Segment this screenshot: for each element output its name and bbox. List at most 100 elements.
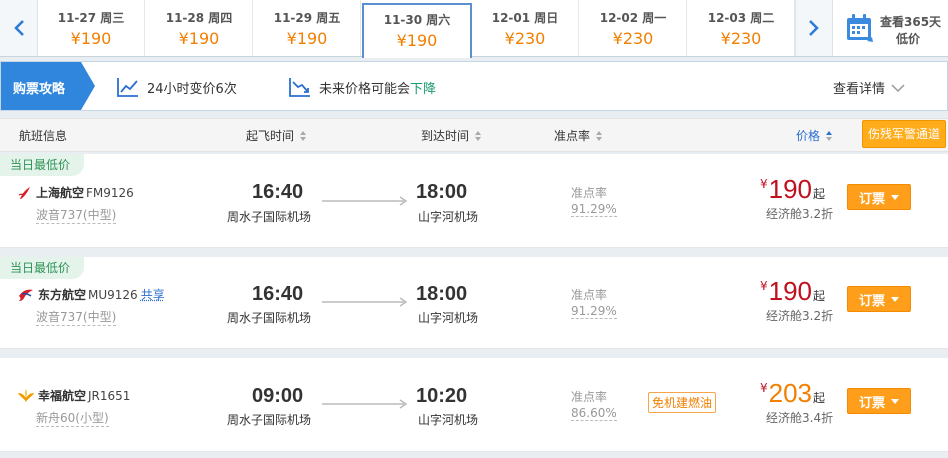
view-details-label: 查看详情 bbox=[833, 82, 886, 97]
price-change-info: 24小时变价6次 bbox=[117, 77, 237, 97]
date-tab-price: ¥230 bbox=[504, 29, 546, 48]
aircraft-type[interactable]: 波音737(中型) bbox=[36, 308, 117, 326]
sort-arrive-time[interactable]: 到达时间 bbox=[421, 127, 482, 144]
forecast-trend: 下降 bbox=[410, 81, 437, 97]
header-ontime-label: 准点率 bbox=[554, 129, 591, 143]
book-button[interactable]: 订票 bbox=[847, 286, 911, 312]
header-flight-info: 航班信息 bbox=[19, 127, 67, 144]
airline-name: 东方航空 bbox=[38, 288, 87, 302]
ontime-rate[interactable]: 91.29% bbox=[571, 202, 617, 217]
book-button[interactable]: 订票 bbox=[847, 388, 911, 414]
date-tab-date: 12-03 周二 bbox=[707, 11, 775, 25]
date-tab-date: 11-28 周四 bbox=[165, 11, 233, 25]
caret-down-icon bbox=[891, 194, 899, 200]
low-price-calendar-button[interactable]: 查看365天 低价 bbox=[838, 0, 948, 56]
ticket-tips-label: 购票攻略 bbox=[13, 82, 66, 97]
date-tab[interactable]: 11-27 周三 ¥190 bbox=[38, 0, 145, 56]
date-tab-price: ¥190 bbox=[178, 29, 220, 48]
header-flight-label: 航班信息 bbox=[19, 129, 68, 143]
flight-price: ¥203 起 bbox=[760, 378, 825, 409]
flight-price: ¥190 起 bbox=[760, 276, 825, 307]
sort-ontime-rate[interactable]: 准点率 bbox=[554, 127, 603, 144]
airline-name: 上海航空 bbox=[36, 186, 85, 200]
header-depart-label: 起飞时间 bbox=[246, 129, 295, 143]
date-tab-selected[interactable]: 11-30 周六 ¥190 bbox=[362, 3, 472, 58]
ticket-tips-bar: 购票攻略 24小时变价6次 未来价格可能会 下降 查看详情 bbox=[0, 61, 948, 111]
currency-symbol: ¥ bbox=[760, 279, 768, 293]
date-tab-date: 12-02 周一 bbox=[599, 11, 667, 25]
ontime-rate[interactable]: 91.29% bbox=[571, 304, 617, 319]
chevron-left-icon bbox=[13, 20, 24, 36]
caret-down-icon bbox=[891, 398, 899, 404]
flight-airline: 幸福航空 JR1651 bbox=[18, 387, 130, 404]
date-strip: 11-27 周三 ¥190 11-28 周四 ¥190 11-29 周五 ¥19… bbox=[0, 0, 948, 58]
date-tab-price: ¥190 bbox=[286, 29, 328, 48]
date-tab-price: ¥190 bbox=[396, 31, 438, 50]
flight-arrow-icon bbox=[322, 399, 408, 409]
flight-arrow-icon bbox=[322, 196, 408, 206]
price-suffix: 起 bbox=[813, 289, 826, 303]
date-tab-price: ¥230 bbox=[720, 29, 762, 48]
joy-air-logo-icon bbox=[18, 388, 34, 402]
prev-dates-button[interactable] bbox=[0, 0, 38, 56]
arrival-time: 18:00 bbox=[416, 181, 468, 203]
price-suffix: 起 bbox=[813, 187, 826, 201]
arrival-airport: 山字河机场 bbox=[418, 311, 479, 325]
book-label: 订票 bbox=[858, 191, 885, 207]
currency-symbol: ¥ bbox=[760, 381, 768, 395]
sort-icon bbox=[300, 130, 307, 141]
sort-icon bbox=[826, 130, 833, 141]
price-value: 203 bbox=[768, 378, 813, 408]
flight-row: 当日最低价 东方航空 MU9126 共享 波音737(中型) 16:40 周水子… bbox=[0, 257, 948, 349]
results-header: 航班信息 起飞时间 到达时间 准点率 价格 伤残军警通道 bbox=[0, 118, 948, 152]
departure-time: 09:00 bbox=[252, 385, 304, 407]
ontime-label: 准点率 bbox=[571, 186, 608, 200]
date-tab[interactable]: 12-02 周一 ¥230 bbox=[580, 0, 687, 56]
calendar-icon bbox=[847, 14, 873, 42]
date-tab-date: 11-27 周三 bbox=[57, 11, 125, 25]
down-trend-icon bbox=[289, 78, 310, 97]
sort-icon bbox=[475, 130, 482, 141]
date-tab[interactable]: 11-29 周五 ¥190 bbox=[254, 0, 361, 56]
caret-down-icon bbox=[891, 296, 899, 302]
date-tab-price: ¥230 bbox=[612, 29, 654, 48]
sort-price[interactable]: 价格 bbox=[796, 127, 833, 144]
shanghai-airlines-logo-icon bbox=[18, 186, 30, 199]
arrival-time: 10:20 bbox=[416, 385, 468, 407]
header-price-label: 价格 bbox=[796, 129, 821, 143]
departure-airport: 周水子国际机场 bbox=[227, 210, 312, 224]
next-dates-button[interactable] bbox=[795, 0, 833, 56]
arrival-time: 18:00 bbox=[416, 283, 468, 305]
flight-price: ¥190 起 bbox=[760, 174, 825, 205]
flight-number: MU9126 bbox=[88, 287, 138, 302]
price-value: 190 bbox=[768, 276, 813, 306]
price-suffix: 起 bbox=[813, 391, 826, 405]
ticket-tips-badge: 购票攻略 bbox=[1, 62, 97, 110]
lowest-price-tag: 当日最低价 bbox=[0, 257, 85, 279]
currency-symbol: ¥ bbox=[760, 177, 768, 191]
date-tab[interactable]: 11-28 周四 ¥190 bbox=[146, 0, 253, 56]
date-tab[interactable]: 12-03 周二 ¥230 bbox=[688, 0, 795, 56]
date-tab-date: 12-01 周日 bbox=[491, 11, 559, 25]
arrival-airport: 山字河机场 bbox=[418, 413, 479, 427]
cabin-discount: 经济舱3.2折 bbox=[766, 207, 834, 221]
codeshare-link[interactable]: 共享 bbox=[141, 286, 165, 303]
date-tab[interactable]: 12-01 周日 ¥230 bbox=[472, 0, 579, 56]
price-value: 190 bbox=[768, 174, 813, 204]
header-arrive-label: 到达时间 bbox=[421, 129, 470, 143]
lowest-price-tag: 当日最低价 bbox=[0, 154, 85, 176]
ontime-rate[interactable]: 86.60% bbox=[571, 406, 617, 421]
sort-icon bbox=[596, 130, 603, 141]
sort-depart-time[interactable]: 起飞时间 bbox=[246, 127, 307, 144]
forecast-text: 未来价格可能会 bbox=[319, 81, 411, 97]
book-button[interactable]: 订票 bbox=[847, 184, 911, 210]
military-channel-button[interactable]: 伤残军警通道 bbox=[862, 120, 946, 148]
cabin-discount: 经济舱3.4折 bbox=[766, 411, 834, 425]
ontime-label: 准点率 bbox=[571, 390, 608, 404]
flight-airline: 上海航空 FM9126 bbox=[18, 184, 134, 201]
aircraft-type[interactable]: 波音737(中型) bbox=[36, 206, 117, 224]
view-details-button[interactable]: 查看详情 bbox=[833, 78, 905, 97]
aircraft-type[interactable]: 新舟60(小型) bbox=[36, 409, 109, 427]
flight-number: JR1651 bbox=[88, 388, 131, 403]
calendar-label: 查看365天 bbox=[880, 15, 942, 29]
